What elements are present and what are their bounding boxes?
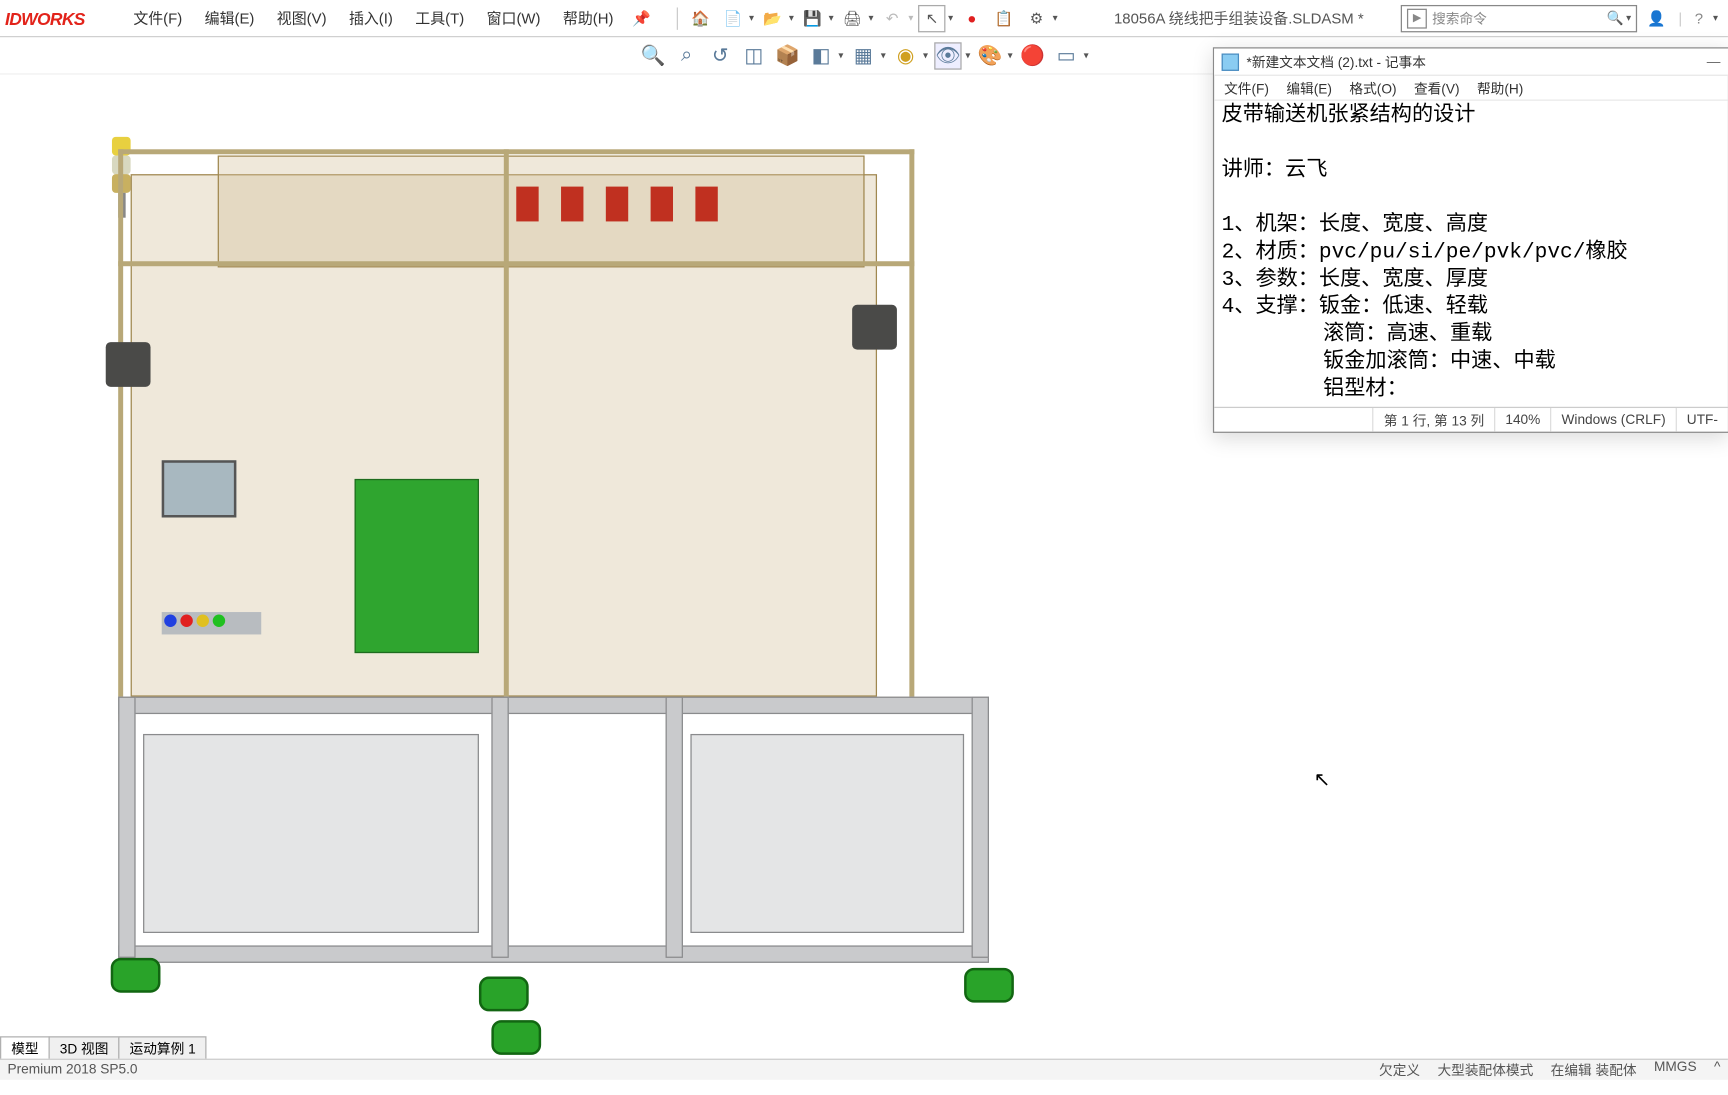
motion-tabs: 模型 3D 视图 运动算例 1 [0,1037,206,1059]
home-icon[interactable]: 🏠 [687,4,714,31]
undo-icon[interactable]: ↶ [878,4,905,31]
options-list-icon[interactable]: 📋 [990,4,1017,31]
menu-insert[interactable]: 插入(I) [338,2,404,33]
help-icon[interactable]: ? [1695,9,1703,26]
menu-window[interactable]: 窗口(W) [475,2,551,33]
appearance-icon[interactable]: 🎨 [977,42,1004,69]
notepad-statusbar: 第 1 行, 第 13 列 140% Windows (CRLF) UTF- [1214,407,1728,432]
display-style-icon[interactable]: ◧ [807,42,834,69]
search-input[interactable]: ▶ 搜索命令 🔍 ▾ [1401,4,1637,31]
status-large-assembly: 大型装配体模式 [1437,1060,1533,1080]
status-caret[interactable]: ^ [1714,1060,1720,1080]
hmi-panel [162,460,237,517]
fan-icon [106,342,151,387]
zoom-window-icon[interactable]: 🔍 [639,42,666,69]
section-icon[interactable]: ◫ [740,42,767,69]
control-box [355,479,479,653]
status-underdefined: 欠定义 [1379,1060,1420,1080]
tab-3dview[interactable]: 3D 视图 [49,1036,120,1061]
np-menu-edit[interactable]: 编辑(E) [1286,78,1332,98]
hide-show-icon[interactable]: ▦ [850,42,877,69]
viewport-icon[interactable]: ▭ [1052,42,1079,69]
app-logo: IDWORKS [5,8,85,28]
caster [964,968,1014,1003]
view-orient-icon[interactable]: 📦 [774,42,801,69]
prev-view-icon[interactable]: ↺ [707,42,734,69]
titlebar-buttons: 👤 | ? ▾ [1647,9,1718,26]
np-menu-format[interactable]: 格式(O) [1349,78,1396,98]
caster [111,958,161,993]
np-encoding: UTF- [1676,408,1728,432]
np-eol: Windows (CRLF) [1550,408,1675,432]
notepad-icon [1222,53,1239,70]
print-icon[interactable]: 🖨 [839,4,866,31]
np-menu-view[interactable]: 查看(V) [1414,78,1460,98]
select-icon[interactable]: ↖ [918,4,945,31]
np-menu-help[interactable]: 帮助(H) [1477,78,1523,98]
zoom-fit-icon[interactable]: ⌕ [673,42,700,69]
perspective-icon[interactable]: 👁 [934,42,961,69]
fan-icon [852,305,897,350]
caster [479,977,529,1012]
menu-view[interactable]: 视图(V) [266,2,338,33]
status-units[interactable]: MMGS [1654,1060,1697,1080]
search-placeholder: 搜索命令 [1432,8,1487,28]
minimize-icon[interactable]: ― [1707,54,1721,69]
user-icon[interactable]: 👤 [1647,9,1666,26]
sw-statusbar: Premium 2018 SP5.0 欠定义 大型装配体模式 在编辑 装配体 M… [0,1059,1728,1080]
np-zoom: 140% [1494,408,1550,432]
button-panel [162,612,262,634]
open-icon[interactable]: 📂 [759,4,786,31]
assembly-model [93,149,1026,1094]
gear-icon[interactable]: ⚙ [1023,4,1050,31]
notepad-titlebar[interactable]: *新建文本文档 (2).txt - 记事本 ― [1214,49,1728,76]
tab-model[interactable]: 模型 [0,1036,50,1061]
menu-file[interactable]: 文件(F) [122,2,193,33]
menu-tools[interactable]: 工具(T) [404,2,475,33]
caster [491,1020,541,1055]
search-icon[interactable]: 🔍 [1607,10,1624,26]
tab-motion-study[interactable]: 运动算例 1 [118,1036,207,1061]
sw-version: Premium 2018 SP5.0 [7,1062,137,1077]
menubar: IDWORKS 文件(F) 编辑(E) 视图(V) 插入(I) 工具(T) 窗口… [0,0,1728,37]
save-icon[interactable]: 💾 [799,4,826,31]
scene-icon[interactable]: ◉ [892,42,919,69]
notepad-textarea[interactable]: 皮带输送机张紧结构的设计 讲师：云飞 1、机架：长度、宽度、高度 2、材质：pv… [1214,101,1728,407]
np-menu-file[interactable]: 文件(F) [1224,78,1269,98]
main-toolbar: 🏠 📄▾ 📂▾ 💾▾ 🖨▾ ↶▾ ↖▾ ● 📋 ⚙▾ [673,4,1058,31]
render-icon[interactable]: 🔴 [1019,42,1046,69]
status-editing: 在编辑 装配体 [1551,1060,1637,1080]
notepad-window[interactable]: *新建文本文档 (2).txt - 记事本 ― 文件(F) 编辑(E) 格式(O… [1213,47,1728,433]
menu-help[interactable]: 帮助(H) [552,2,625,33]
notepad-menubar: 文件(F) 编辑(E) 格式(O) 查看(V) 帮助(H) [1214,76,1728,101]
new-icon[interactable]: 📄 [719,4,746,31]
rebuild-icon[interactable]: ● [958,4,985,31]
pin-icon[interactable]: 📌 [632,9,651,26]
mouse-cursor: ↖ [1314,768,1331,793]
document-title: 18056A 绕线把手组装设备.SLDASM * [1114,7,1364,28]
notepad-title: *新建文本文档 (2).txt - 记事本 [1246,52,1425,72]
menu-edit[interactable]: 编辑(E) [193,2,265,33]
np-cursor-pos: 第 1 行, 第 13 列 [1373,408,1495,432]
